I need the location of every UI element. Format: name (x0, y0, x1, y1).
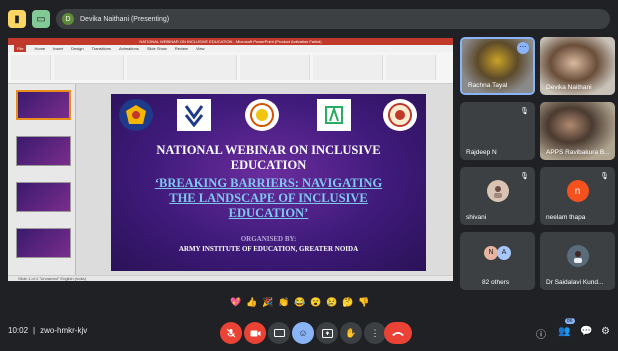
activities-icon[interactable]: ⚙ (601, 326, 610, 337)
captions-button[interactable] (268, 322, 290, 344)
ppt-tab: Slide Show (146, 46, 167, 51)
thumbs-down-reaction[interactable]: 👎 (358, 296, 370, 308)
slide-subtitle-line3: EDUCATION’ (228, 206, 309, 220)
presenting-chip[interactable]: D Devika Naithani (Presenting) (56, 9, 610, 29)
heart-reaction[interactable]: 💖 (230, 296, 242, 308)
participant-avatar: A (497, 246, 511, 260)
participant-name: neelam thapa (546, 214, 586, 221)
meeting-info: 10:02 | zwo-hmkr-kjv (8, 326, 87, 335)
participant-avatar (486, 180, 509, 203)
slide-subtitle-line2: THE LANDSCAPE OF INCLUSIVE (169, 191, 368, 205)
slide-thumbnail (16, 182, 71, 212)
leave-call-button[interactable] (384, 322, 412, 344)
reactions-bar: 💖 👍 🎉 👏 😂 😮 😢 🤔 👎 (230, 296, 370, 308)
people-icon[interactable]: 👥 (558, 326, 570, 337)
participant-name: shivani (466, 214, 487, 221)
ppt-tab: Home (34, 46, 46, 51)
participant-tile[interactable]: Dr Saidalavi Kund... (540, 232, 615, 290)
slide-thumbnails (8, 84, 76, 275)
more-options-button[interactable]: ⋮ (364, 322, 386, 344)
ribbon-group (127, 55, 237, 80)
participant-avatar (566, 245, 589, 268)
info-icon[interactable]: ⓘ (536, 326, 546, 341)
participant-tile[interactable]: ⋯ Rachna Tayal (460, 37, 535, 95)
participant-tile[interactable]: 🎙 shivani (460, 167, 535, 225)
top-bar: ▮ ▭ D Devika Naithani (Presenting) (8, 8, 610, 30)
slide-thumbnail (16, 90, 71, 120)
meeting-code: zwo-hmkr-kjv (40, 326, 88, 335)
people-count-badge: 86 (565, 318, 575, 324)
participant-tile[interactable]: 🎙 Rajdeep N (460, 102, 535, 160)
more-options-icon[interactable]: ⋯ (517, 42, 529, 54)
partner-seal-logo (383, 99, 417, 131)
slide-thumbnail (16, 228, 71, 258)
mic-off-button[interactable] (220, 322, 242, 344)
participant-name: APPS Ravibakura B... (546, 149, 610, 156)
ppt-tab: Review (174, 46, 188, 51)
party-reaction[interactable]: 🎉 (262, 296, 274, 308)
organised-by-label: ORGANISED BY: (240, 235, 297, 243)
presenter-avatar: D (62, 13, 74, 25)
slide-title-line1: NATIONAL WEBINAR ON INCLUSIVE (156, 143, 381, 157)
surprised-reaction[interactable]: 😮 (310, 296, 322, 308)
ribbon-group (11, 55, 51, 80)
ppt-tab: Insert (53, 46, 64, 51)
ppt-workspace: NATIONAL WEBINAR ON INCLUSIVE EDUCATION … (8, 84, 453, 275)
raise-hand-button[interactable]: ✋ (340, 322, 362, 344)
presenting-label: Devika Naithani (Presenting) (80, 15, 170, 23)
participant-tile[interactable]: N A 82 others (460, 232, 535, 290)
mic-off-icon: 🎙 (520, 173, 529, 180)
slide: NATIONAL WEBINAR ON INCLUSIVE EDUCATION … (111, 94, 426, 271)
layout-icon[interactable]: ▭ (32, 10, 50, 28)
ppt-tab: Animations (119, 46, 139, 51)
slide-thumbnail (16, 136, 71, 166)
ppt-tab: File (14, 45, 27, 52)
present-screen-button[interactable] (316, 322, 338, 344)
university-seal-logo (245, 99, 279, 131)
participant-avatar: N (484, 246, 498, 260)
participant-name: Dr Saidalavi Kund... (546, 279, 604, 286)
meeting-separator: | (33, 326, 36, 335)
participant-name: Rachna Tayal (468, 82, 508, 89)
organiser-name: ARMY INSTITUTE OF EDUCATION, GREATER NOI… (178, 245, 359, 253)
ppt-window-title: NATIONAL WEBINAR ON INCLUSIVE EDUCATION … (8, 38, 453, 45)
ppt-tab: Design (71, 46, 84, 51)
clap-reaction[interactable]: 👏 (278, 296, 290, 308)
ppt-tab: View (195, 46, 205, 51)
participant-avatar: n (566, 180, 589, 203)
pin-icon[interactable]: ▮ (8, 10, 26, 28)
slide-title-line2: EDUCATION (230, 158, 307, 172)
ppt-ribbon (8, 52, 453, 84)
participant-name: Rajdeep N (466, 149, 497, 156)
participant-name: 82 others (482, 279, 510, 286)
laugh-reaction[interactable]: 😂 (294, 296, 306, 308)
ribbon-group (240, 55, 310, 80)
meeting-time: 10:02 (8, 326, 29, 335)
ppt-status-bar: Slide 1 of 4 "Unnamed" English (India) (8, 275, 453, 281)
institute-logo (177, 99, 211, 131)
ribbon-group (386, 55, 436, 80)
chat-icon[interactable]: 💬 (580, 326, 592, 337)
ribbon-group (54, 55, 124, 80)
participant-tile[interactable]: Devika Naithani (540, 37, 615, 95)
emoji-reactions-button[interactable]: ☺ (292, 322, 314, 344)
thinking-reaction[interactable]: 🤔 (342, 296, 354, 308)
crest-logo (119, 99, 153, 131)
camera-off-button[interactable] (244, 322, 266, 344)
participant-tile[interactable]: APPS Ravibakura B... (540, 102, 615, 160)
ppt-tab: Transitions (91, 46, 112, 51)
ribbon-group (313, 55, 383, 80)
shared-screen: NATIONAL WEBINAR ON INCLUSIVE EDUCATION … (8, 38, 453, 281)
thumbs-up-reaction[interactable]: 👍 (246, 296, 258, 308)
mic-off-icon: 🎙 (520, 108, 529, 115)
sad-reaction[interactable]: 😢 (326, 296, 338, 308)
mic-off-icon: 🎙 (600, 173, 609, 180)
slide-subtitle-line1: ‘BREAKING BARRIERS: NAVIGATING (154, 176, 383, 190)
participant-name: Devika Naithani (546, 84, 592, 91)
ppt-ribbon-tabs: File Home Insert Design Transitions Anim… (8, 45, 453, 52)
participant-tile[interactable]: 🎙 n neelam thapa (540, 167, 615, 225)
aie-logo (317, 99, 351, 131)
